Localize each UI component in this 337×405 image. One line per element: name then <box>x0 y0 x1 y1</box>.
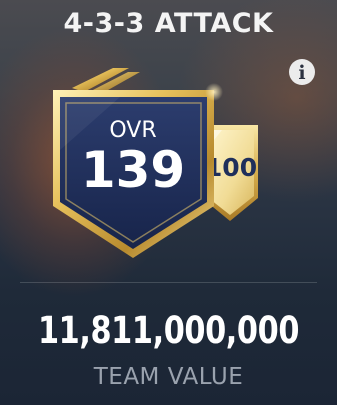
team-value-label: TEAM VALUE <box>93 364 244 390</box>
ovr-label: OVR <box>109 118 156 143</box>
section-divider <box>20 282 317 283</box>
ovr-value: 139 <box>81 141 185 199</box>
team-value: 11,811,000,000 <box>37 309 300 352</box>
